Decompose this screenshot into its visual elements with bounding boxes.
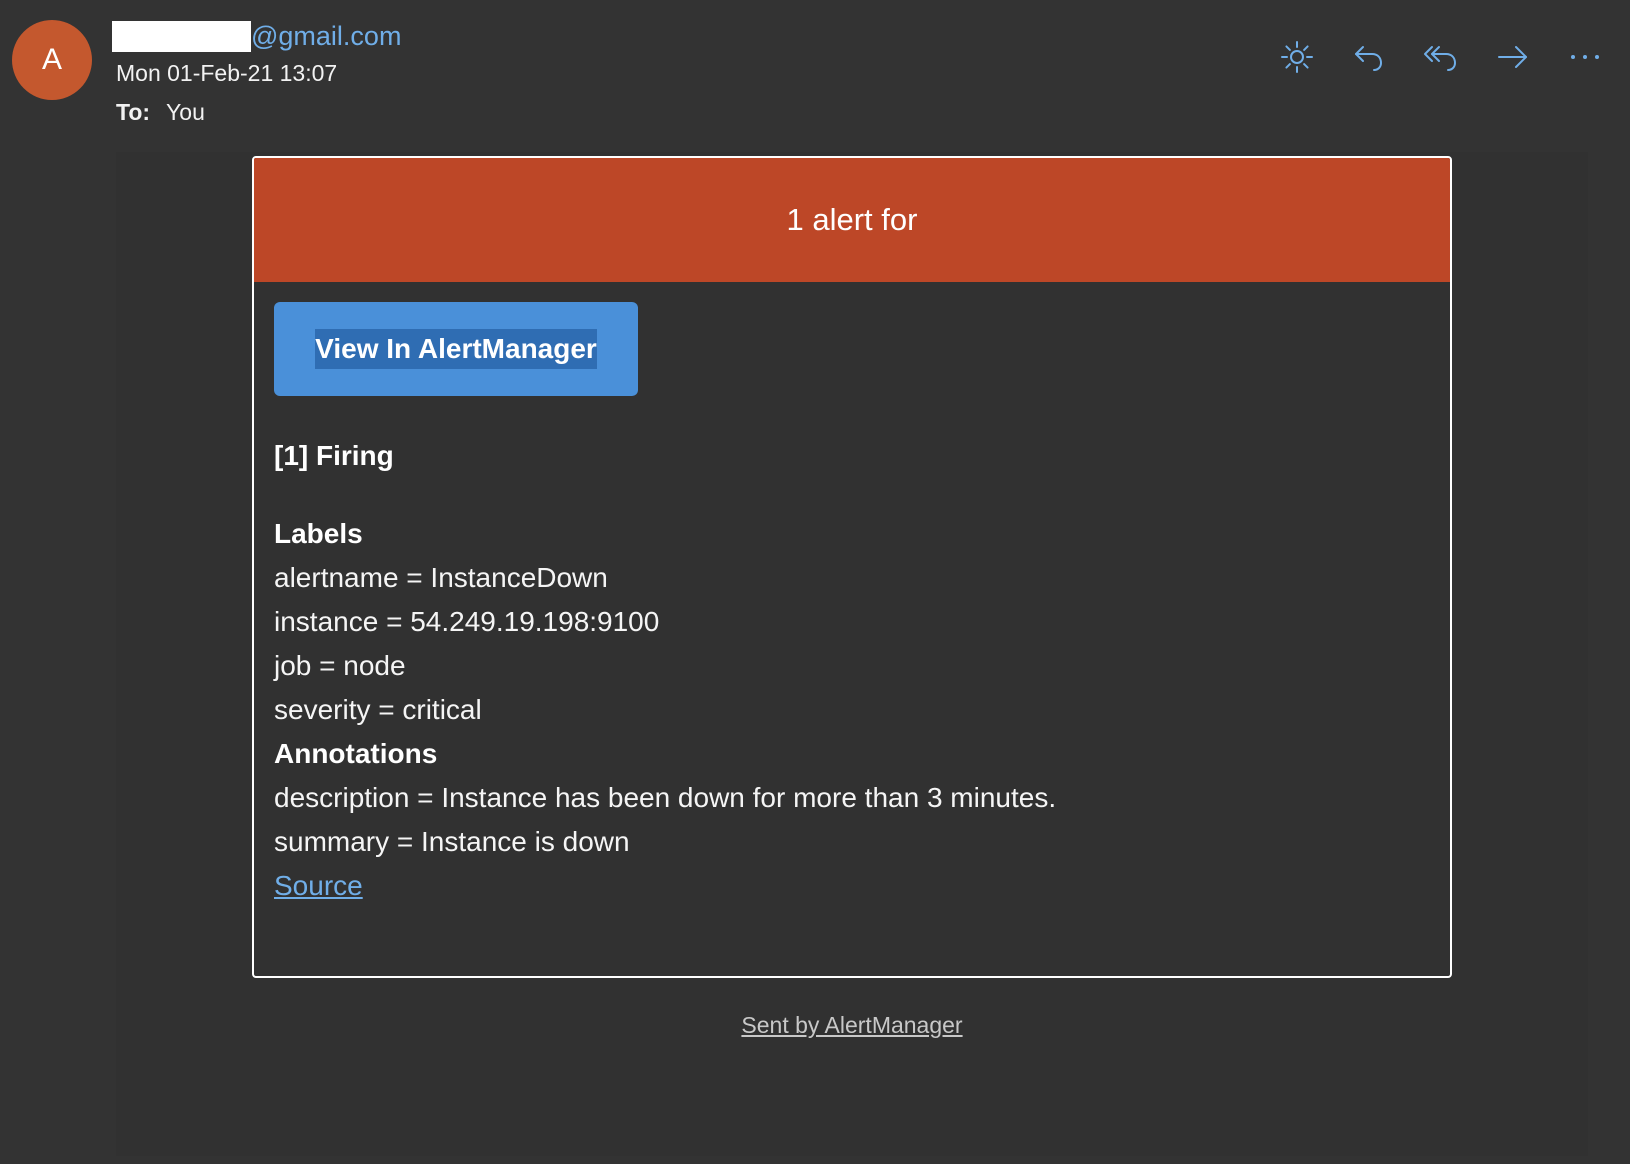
- alert-card: 1 alert for View In AlertManager [1] Fir…: [252, 156, 1452, 978]
- brightness-toggle-button[interactable]: [1278, 38, 1316, 76]
- more-actions-button[interactable]: [1566, 38, 1604, 76]
- to-label: To:: [116, 99, 151, 125]
- labels-heading: Labels: [274, 518, 363, 549]
- annotations-heading: Annotations: [274, 738, 438, 769]
- recipient-name[interactable]: You: [166, 99, 205, 125]
- reply-all-button[interactable]: [1422, 38, 1460, 76]
- label-alertname: alertname = InstanceDown: [274, 562, 608, 593]
- forward-icon: [1498, 46, 1527, 68]
- sender-domain: @gmail.com: [251, 20, 402, 51]
- alert-header: 1 alert for: [254, 158, 1450, 282]
- view-in-alertmanager-button[interactable]: View In AlertManager: [274, 302, 638, 396]
- sent-by-alertmanager-link[interactable]: Sent by AlertManager: [741, 1012, 962, 1038]
- label-job: job = node: [274, 650, 406, 681]
- source-link[interactable]: Source: [274, 870, 363, 901]
- label-instance: instance = 54.249.19.198:9100: [274, 606, 660, 637]
- message-toolbar: [1278, 38, 1604, 76]
- sender-avatar[interactable]: A: [12, 20, 92, 100]
- email-body: 1 alert for View In AlertManager [1] Fir…: [116, 152, 1588, 1156]
- more-icon: [1571, 55, 1599, 59]
- sender-address[interactable]: @gmail.com: [112, 18, 401, 54]
- label-severity: severity = critical: [274, 694, 482, 725]
- alert-body: View In AlertManager [1] Firing Labels a…: [254, 282, 1450, 908]
- forward-button[interactable]: [1494, 38, 1532, 76]
- footer: Sent by AlertManager: [116, 1012, 1588, 1039]
- email-date: Mon 01-Feb-21 13:07: [116, 60, 338, 86]
- reply-icon: [1355, 46, 1383, 71]
- annotation-description: description = Instance has been down for…: [274, 782, 1057, 813]
- firing-count: [1] Firing: [274, 440, 394, 471]
- redacted-sender-name: [112, 20, 251, 52]
- annotation-summary: summary = Instance is down: [274, 826, 630, 857]
- reply-all-icon: [1424, 46, 1457, 71]
- sun-icon: [1281, 41, 1313, 73]
- recipient-line: To: You: [116, 99, 205, 126]
- reply-button[interactable]: [1350, 38, 1388, 76]
- view-button-label: View In AlertManager: [315, 329, 597, 369]
